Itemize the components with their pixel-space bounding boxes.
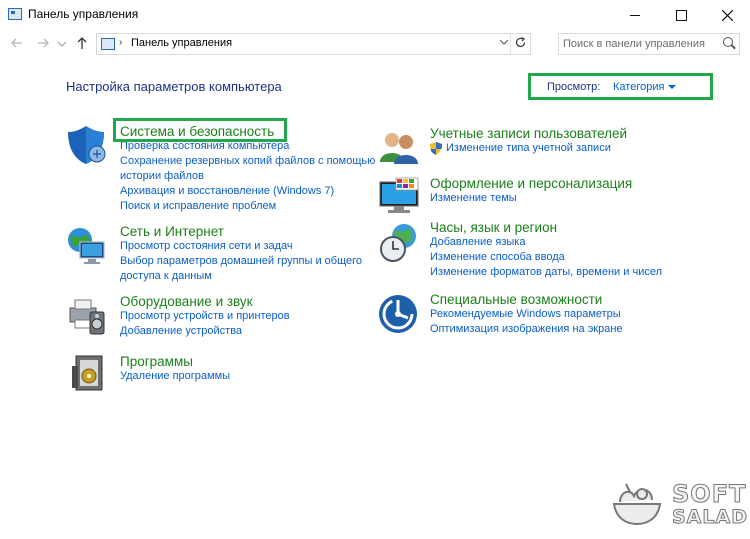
link-file-history[interactable]: Сохранение резервных копий файлов с помо… xyxy=(120,154,376,184)
clock-globe-icon[interactable] xyxy=(378,222,420,264)
highlight-frame xyxy=(113,118,287,142)
category-title[interactable]: Часы, язык и регион xyxy=(430,220,662,235)
search-input[interactable] xyxy=(563,36,713,52)
link-add-device[interactable]: Добавление устройства xyxy=(120,324,290,339)
breadcrumb[interactable]: Панель управления xyxy=(131,37,232,49)
programs-box-icon[interactable] xyxy=(70,354,110,394)
category-title[interactable]: Сеть и Интернет xyxy=(120,224,370,239)
watermark-salad: SALAD xyxy=(672,506,748,529)
search-box[interactable] xyxy=(558,33,740,55)
category-title[interactable]: Оформление и персонализация xyxy=(430,176,632,191)
refresh-button[interactable] xyxy=(510,34,530,54)
search-icon[interactable] xyxy=(723,37,733,47)
control-panel-app-icon xyxy=(8,8,22,20)
link-devices-printers[interactable]: Просмотр устройств и принтеров xyxy=(120,309,290,324)
link-troubleshoot[interactable]: Поиск и исправление проблем xyxy=(120,199,376,214)
page-title: Настройка параметров компьютера xyxy=(66,79,282,94)
link-label: Изменение типа учетной записи xyxy=(446,142,611,154)
category-title[interactable]: Учетные записи пользователей xyxy=(430,126,627,141)
link-optimize-display[interactable]: Оптимизация изображения на экране xyxy=(430,322,623,337)
view-by-label: Просмотр: xyxy=(547,81,601,93)
category-title[interactable]: Программы xyxy=(120,354,230,369)
view-by-selector[interactable]: Просмотр: Категория xyxy=(528,73,713,100)
forward-arrow-icon xyxy=(38,38,49,48)
link-recommended-settings[interactable]: Рекомендуемые Windows параметры xyxy=(430,307,623,322)
back-button[interactable] xyxy=(8,34,26,54)
users-icon[interactable] xyxy=(378,128,420,166)
recent-locations-button[interactable] xyxy=(57,34,67,54)
close-button[interactable] xyxy=(704,0,750,30)
minimize-button[interactable] xyxy=(612,0,658,30)
dropdown-arrow-icon[interactable] xyxy=(668,85,676,89)
uac-shield-icon xyxy=(430,142,442,155)
link-homegroup[interactable]: Выбор параметров домашней группы и общег… xyxy=(120,254,370,284)
window-title: Панель управления xyxy=(28,7,139,21)
link-add-language[interactable]: Добавление языка xyxy=(430,235,662,250)
watermark-soft: SOFT xyxy=(671,480,747,509)
navigation-bar: › Панель управления xyxy=(0,30,750,58)
link-uninstall-program[interactable]: Удаление программы xyxy=(120,369,230,384)
network-globe-icon[interactable] xyxy=(66,226,108,268)
link-change-formats[interactable]: Изменение форматов даты, времени и чисел xyxy=(430,265,662,280)
refresh-icon xyxy=(515,36,526,48)
softsalad-watermark: SOFT SALAD xyxy=(612,470,748,532)
view-by-value[interactable]: Категория xyxy=(613,81,664,93)
link-backup-restore[interactable]: Архивация и восстановление (Windows 7) xyxy=(120,184,376,199)
address-bar[interactable]: › Панель управления xyxy=(96,33,531,55)
accessibility-icon[interactable] xyxy=(378,294,418,334)
link-change-input-method[interactable]: Изменение способа ввода xyxy=(430,250,662,265)
printer-speaker-icon[interactable] xyxy=(66,294,108,336)
back-arrow-icon xyxy=(11,38,22,48)
category-title[interactable]: Оборудование и звук xyxy=(120,294,290,309)
up-button[interactable] xyxy=(73,34,91,54)
category-title[interactable]: Специальные возможности xyxy=(430,292,623,307)
chevron-down-icon xyxy=(57,41,67,47)
shield-icon[interactable] xyxy=(66,124,108,166)
close-icon xyxy=(721,9,733,21)
link-network-status[interactable]: Просмотр состояния сети и задач xyxy=(120,239,370,254)
salad-bowl-logo-icon xyxy=(612,483,662,526)
title-bar: Панель управления xyxy=(0,0,750,30)
maximize-button[interactable] xyxy=(658,0,704,30)
breadcrumb-chevron-icon[interactable]: › xyxy=(119,37,122,48)
up-arrow-icon xyxy=(77,37,87,49)
forward-button[interactable] xyxy=(34,34,52,54)
address-dropdown-button[interactable] xyxy=(499,37,509,47)
chevron-down-icon xyxy=(499,39,509,45)
link-change-theme[interactable]: Изменение темы xyxy=(430,191,632,206)
link-change-account-type[interactable]: Изменение типа учетной записи xyxy=(430,141,627,156)
control-panel-icon xyxy=(101,38,115,50)
monitor-palette-icon[interactable] xyxy=(378,176,420,216)
